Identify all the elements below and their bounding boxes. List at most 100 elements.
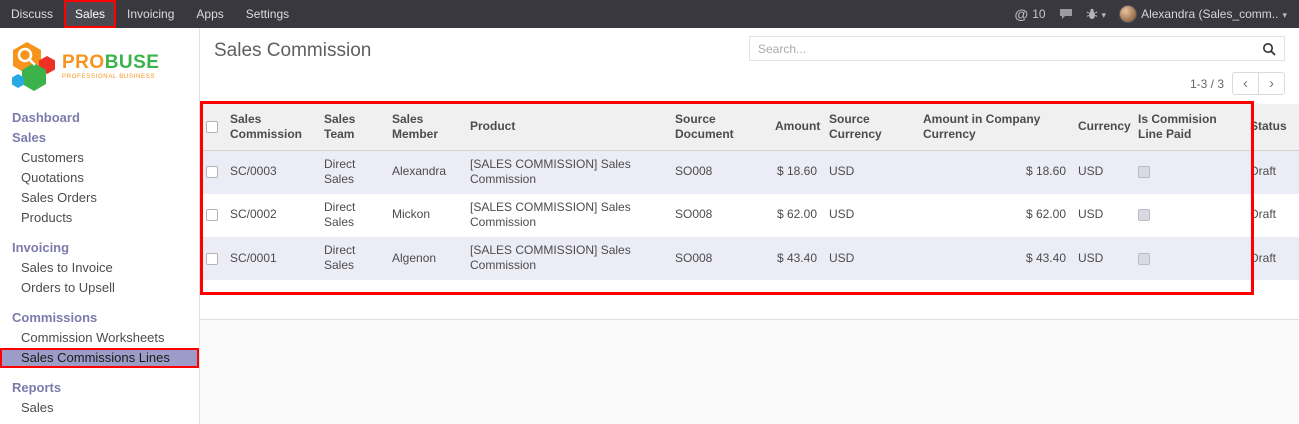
sidebar-item-orders-to-upsell[interactable]: Orders to Upsell bbox=[0, 278, 199, 298]
cell-select bbox=[200, 237, 224, 280]
sidebar-item-commission-worksheets[interactable]: Commission Worksheets bbox=[0, 328, 199, 348]
cell-currency[interactable]: USD bbox=[1072, 237, 1132, 280]
search-button[interactable] bbox=[1254, 42, 1284, 56]
cell-sales-member[interactable]: Alexandra bbox=[386, 150, 464, 194]
systray: 10 Alexandra (Sales_comm.. bbox=[1015, 0, 1299, 28]
sidebar-section-sales[interactable]: Sales bbox=[0, 128, 199, 148]
row-select-checkbox[interactable] bbox=[206, 166, 218, 178]
select-all-checkbox[interactable] bbox=[206, 121, 218, 133]
col-sales-commission[interactable]: Sales Commission bbox=[224, 104, 318, 150]
menu-apps[interactable]: Apps bbox=[185, 0, 234, 28]
page-background bbox=[200, 320, 1299, 424]
cell-amount-company-currency[interactable]: $ 18.60 bbox=[917, 150, 1072, 194]
menu-settings[interactable]: Settings bbox=[235, 0, 300, 28]
cell-currency[interactable]: USD bbox=[1072, 194, 1132, 237]
row-select-checkbox[interactable] bbox=[206, 253, 218, 265]
sidebar-item-sales-orders[interactable]: Sales Orders bbox=[0, 188, 199, 208]
cell-currency[interactable]: USD bbox=[1072, 150, 1132, 194]
pager-next-button[interactable] bbox=[1258, 72, 1285, 95]
brand-logo: PROBUSE PROFESSIONAL BUSINESS bbox=[0, 28, 199, 108]
col-amount-company-currency[interactable]: Amount in Company Currency bbox=[917, 104, 1072, 150]
sidebar-item-products[interactable]: Products bbox=[0, 208, 199, 228]
col-amount[interactable]: Amount bbox=[769, 104, 823, 150]
cell-select bbox=[200, 150, 224, 194]
chat-bubble-icon bbox=[1059, 8, 1073, 20]
cell-sales-team[interactable]: Direct Sales bbox=[318, 237, 386, 280]
cell-product[interactable]: [SALES COMMISSION] Sales Commission bbox=[464, 237, 669, 280]
col-source-document[interactable]: Source Document bbox=[669, 104, 769, 150]
cell-source-document[interactable]: SO008 bbox=[669, 194, 769, 237]
search-box bbox=[749, 36, 1285, 61]
col-product[interactable]: Product bbox=[464, 104, 669, 150]
cell-product[interactable]: [SALES COMMISSION] Sales Commission bbox=[464, 150, 669, 194]
cell-sales-commission[interactable]: SC/0002 bbox=[224, 194, 318, 237]
col-source-currency[interactable]: Source Currency bbox=[823, 104, 917, 150]
cell-sales-commission[interactable]: SC/0001 bbox=[224, 237, 318, 280]
messages-button[interactable] bbox=[1059, 8, 1073, 20]
sidebar-section-commissions[interactable]: Commissions bbox=[0, 308, 199, 328]
sidebar: PROBUSE PROFESSIONAL BUSINESS Dashboard … bbox=[0, 28, 200, 424]
table-row[interactable]: SC/0002 Direct Sales Mickon [SALES COMMI… bbox=[200, 194, 1299, 237]
table-row[interactable]: SC/0001 Direct Sales Algenon [SALES COMM… bbox=[200, 237, 1299, 280]
cell-status[interactable]: Draft bbox=[1244, 194, 1299, 237]
row-select-checkbox[interactable] bbox=[206, 209, 218, 221]
table-row[interactable]: SC/0003 Direct Sales Alexandra [SALES CO… bbox=[200, 150, 1299, 194]
cell-source-document[interactable]: SO008 bbox=[669, 237, 769, 280]
mention-icon bbox=[1015, 6, 1029, 22]
col-sales-team[interactable]: Sales Team bbox=[318, 104, 386, 150]
cell-source-document[interactable]: SO008 bbox=[669, 150, 769, 194]
sidebar-section-reports[interactable]: Reports bbox=[0, 378, 199, 398]
cell-amount-company-currency[interactable]: $ 62.00 bbox=[917, 194, 1072, 237]
col-currency[interactable]: Currency bbox=[1072, 104, 1132, 150]
cell-amount[interactable]: $ 62.00 bbox=[769, 194, 823, 237]
menu-sales[interactable]: Sales bbox=[64, 0, 116, 28]
cell-sales-team[interactable]: Direct Sales bbox=[318, 150, 386, 194]
user-menu[interactable]: Alexandra (Sales_comm.. bbox=[1119, 5, 1287, 23]
cell-status[interactable]: Draft bbox=[1244, 237, 1299, 280]
cell-source-currency[interactable]: USD bbox=[823, 194, 917, 237]
cell-status[interactable]: Draft bbox=[1244, 150, 1299, 194]
cell-select bbox=[200, 194, 224, 237]
cell-source-currency[interactable]: USD bbox=[823, 150, 917, 194]
cell-product[interactable]: [SALES COMMISSION] Sales Commission bbox=[464, 194, 669, 237]
cell-is-paid[interactable] bbox=[1132, 237, 1244, 280]
cell-is-paid[interactable] bbox=[1132, 194, 1244, 237]
search-input[interactable] bbox=[750, 42, 1254, 56]
pager: 1-3 / 3 bbox=[1190, 72, 1285, 95]
cell-amount-company-currency[interactable]: $ 43.40 bbox=[917, 237, 1072, 280]
pager-previous-button[interactable] bbox=[1232, 72, 1259, 95]
sidebar-item-sales-commissions-lines[interactable]: Sales Commissions Lines bbox=[0, 348, 199, 368]
cell-amount[interactable]: $ 43.40 bbox=[769, 237, 823, 280]
cell-sales-member[interactable]: Mickon bbox=[386, 194, 464, 237]
col-is-commission-line-paid[interactable]: Is Commision Line Paid bbox=[1132, 104, 1244, 150]
avatar bbox=[1119, 5, 1137, 23]
is-paid-checkbox bbox=[1138, 166, 1150, 178]
col-sales-member[interactable]: Sales Member bbox=[386, 104, 464, 150]
table-header-row: Sales Commission Sales Team Sales Member… bbox=[200, 104, 1299, 150]
brand-name: PROBUSE bbox=[62, 53, 159, 72]
search-icon bbox=[1262, 42, 1276, 56]
control-panel: Sales Commission 1-3 / 3 bbox=[200, 28, 1299, 104]
sidebar-item-customers[interactable]: Customers bbox=[0, 148, 199, 168]
cell-sales-member[interactable]: Algenon bbox=[386, 237, 464, 280]
cell-source-currency[interactable]: USD bbox=[823, 237, 917, 280]
is-paid-checkbox bbox=[1138, 209, 1150, 221]
cell-amount[interactable]: $ 18.60 bbox=[769, 150, 823, 194]
menu-invoicing[interactable]: Invoicing bbox=[116, 0, 185, 28]
sidebar-section-invoicing[interactable]: Invoicing bbox=[0, 238, 199, 258]
cell-sales-team[interactable]: Direct Sales bbox=[318, 194, 386, 237]
commission-lines-table: Sales Commission Sales Team Sales Member… bbox=[200, 104, 1299, 280]
cell-sales-commission[interactable]: SC/0003 bbox=[224, 150, 318, 194]
debug-menu[interactable] bbox=[1086, 7, 1107, 21]
select-all-header[interactable] bbox=[200, 104, 224, 150]
cell-is-paid[interactable] bbox=[1132, 150, 1244, 194]
mention-counter[interactable]: 10 bbox=[1015, 6, 1046, 22]
menu-discuss[interactable]: Discuss bbox=[0, 0, 64, 28]
bug-icon bbox=[1086, 8, 1098, 20]
col-status[interactable]: Status bbox=[1244, 104, 1299, 150]
sidebar-item-quotations[interactable]: Quotations bbox=[0, 168, 199, 188]
sidebar-item-reports-sales[interactable]: Sales bbox=[0, 398, 199, 418]
sidebar-section-dashboard[interactable]: Dashboard bbox=[0, 108, 199, 128]
sidebar-item-sales-to-invoice[interactable]: Sales to Invoice bbox=[0, 258, 199, 278]
topbar: Discuss Sales Invoicing Apps Settings 10… bbox=[0, 0, 1299, 28]
